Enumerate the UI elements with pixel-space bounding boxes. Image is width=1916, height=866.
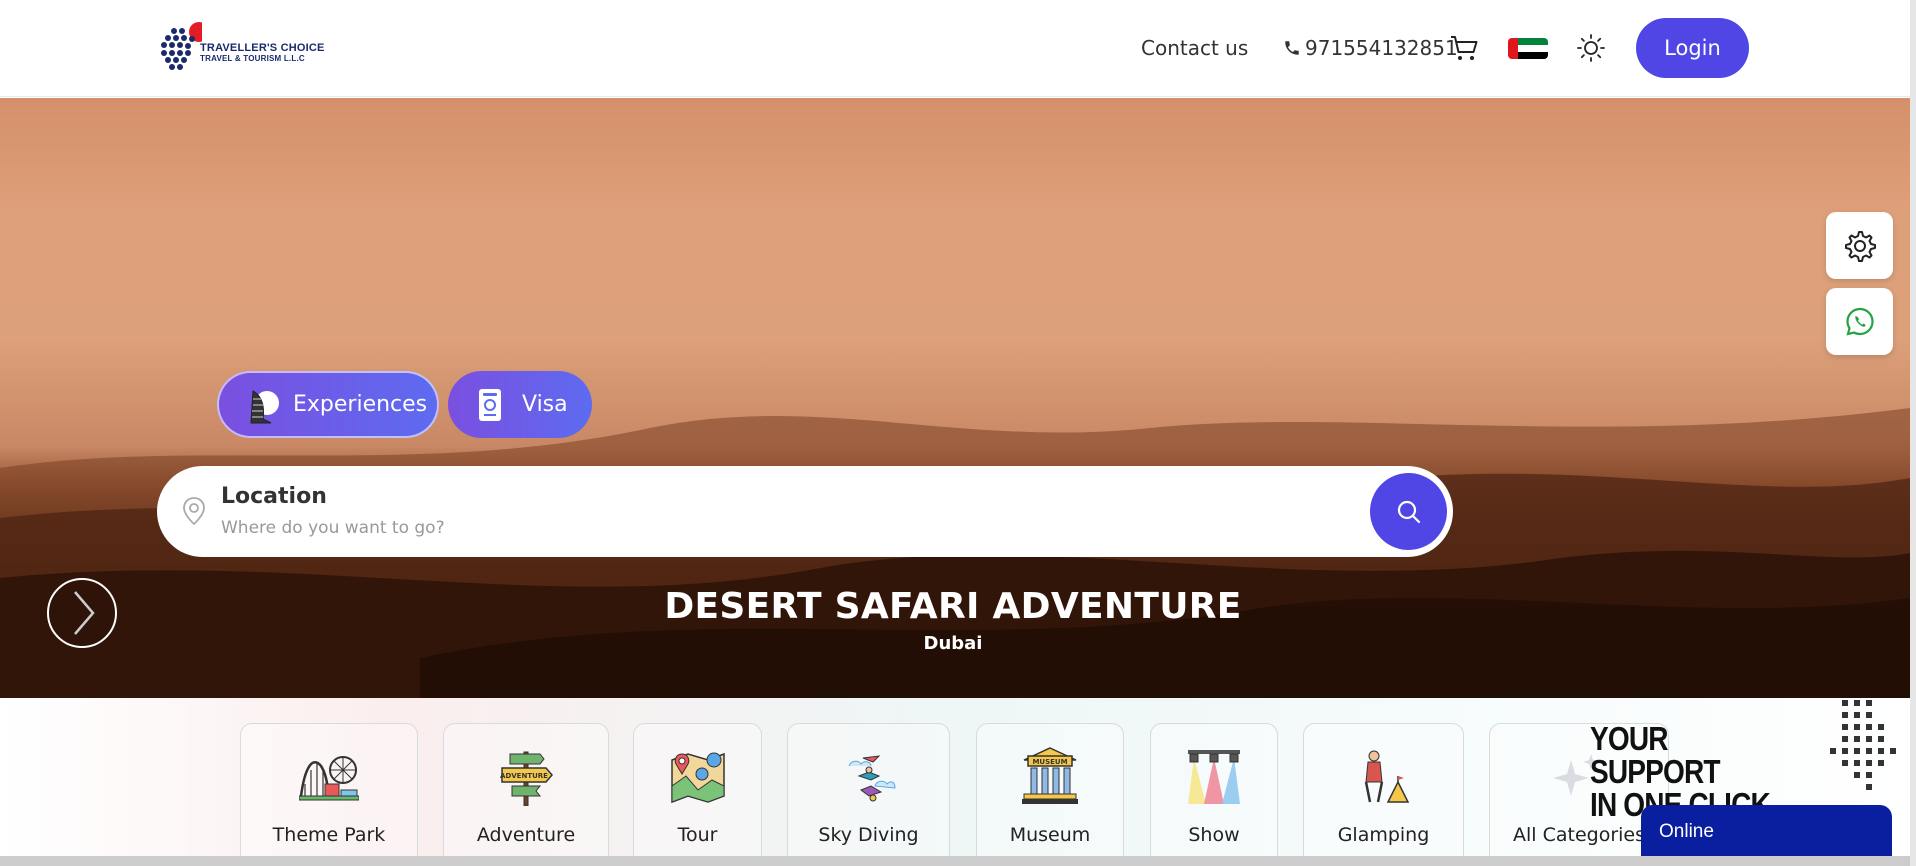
category-label: Sky Diving <box>818 824 919 846</box>
page: TRAVELLER'S CHOICE TRAVEL & TOURISM L.L.… <box>0 0 1916 866</box>
spotlight-icon <box>1188 750 1240 804</box>
camping-icon <box>1364 750 1409 803</box>
tab-experiences[interactable]: Experiences <box>217 371 439 438</box>
svg-text:ADVENTURE: ADVENTURE <box>500 772 548 780</box>
burj-al-arab-icon <box>250 389 279 423</box>
svg-text:MUSEUM: MUSEUM <box>1032 758 1067 766</box>
signpost-icon: ADVENTURE <box>500 751 553 806</box>
search-label: Location <box>221 484 327 509</box>
category-label: Show <box>1188 824 1240 846</box>
category-glamping[interactable]: Glamping <box>1303 723 1464 866</box>
logo-line1: TRAVELLER'S CHOICE <box>200 43 325 54</box>
search-button[interactable] <box>1367 470 1450 553</box>
category-show[interactable]: Show <box>1150 723 1278 866</box>
category-label: Adventure <box>476 824 576 846</box>
roller-coaster-icon <box>299 756 359 801</box>
logo-line1-b: CHOICE <box>280 42 325 54</box>
museum-icon: MUSEUM <box>1022 747 1078 804</box>
slide-title: DESERT SAFARI ADVENTURE <box>664 586 1242 627</box>
support-line1: YOUR SUPPORT <box>1590 720 1721 790</box>
contact-us-link[interactable]: Contact us <box>1141 36 1248 60</box>
location-pin-icon <box>183 497 205 526</box>
vertical-scrollbar[interactable] <box>1910 0 1916 866</box>
phone-number: 971554132851 <box>1305 36 1458 60</box>
settings-button[interactable] <box>1826 212 1893 279</box>
category-adventure[interactable]: ADVENTURE Adventure <box>443 723 609 866</box>
uae-flag-icon[interactable] <box>1508 38 1548 59</box>
category-theme-park[interactable]: Theme Park <box>240 723 418 866</box>
category-label: Theme Park <box>272 824 386 846</box>
gear-icon <box>1844 230 1876 262</box>
cart-icon[interactable] <box>1449 32 1481 64</box>
logo-line1-a: TRAVELLER'S <box>200 42 281 54</box>
skydiver-icon <box>848 755 896 802</box>
support-banner: YOUR SUPPORT IN ONE CLICK <box>1590 718 1830 821</box>
logo-line2: TRAVEL & TOURISM L.L.C <box>200 54 305 63</box>
category-label: Glamping <box>1337 824 1430 846</box>
category-sky-diving[interactable]: Sky Diving <box>787 723 950 866</box>
category-tour[interactable]: Tour <box>633 723 762 866</box>
search-icon <box>1397 500 1420 523</box>
category-museum[interactable]: MUSEUM Museum <box>976 723 1124 866</box>
location-input[interactable] <box>221 518 1121 538</box>
logo[interactable]: TRAVELLER'S CHOICE TRAVEL & TOURISM L.L.… <box>158 22 338 74</box>
map-icon <box>670 752 725 804</box>
whatsapp-button[interactable] <box>1826 288 1893 355</box>
header: TRAVELLER'S CHOICE TRAVEL & TOURISM L.L.… <box>0 0 1910 97</box>
whatsapp-icon <box>1845 307 1874 336</box>
tab-visa-label: Visa <box>522 392 568 417</box>
tab-visa[interactable]: Visa <box>448 371 592 438</box>
category-label: Museum <box>1009 824 1091 846</box>
slide-subtitle: Dubai <box>923 633 983 654</box>
pointer-dots-icon <box>1830 700 1896 790</box>
sun-icon[interactable] <box>1576 33 1606 63</box>
passport-icon <box>479 388 501 421</box>
hero-slider: Experiences Visa Location D <box>0 98 1910 698</box>
horizontal-scrollbar[interactable] <box>0 856 1916 866</box>
phone-icon <box>1285 41 1299 55</box>
tab-experiences-label: Experiences <box>293 392 428 417</box>
login-button[interactable]: Login <box>1636 18 1749 78</box>
logo-mark <box>161 22 209 70</box>
online-chat-button[interactable]: Online <box>1641 805 1892 859</box>
location-search-bar: Location <box>157 466 1453 557</box>
logo-text: TRAVELLER'S CHOICE TRAVEL & TOURISM L.L.… <box>200 43 325 63</box>
phone-link[interactable]: 971554132851 <box>1283 36 1458 60</box>
category-label: Tour <box>677 824 718 846</box>
